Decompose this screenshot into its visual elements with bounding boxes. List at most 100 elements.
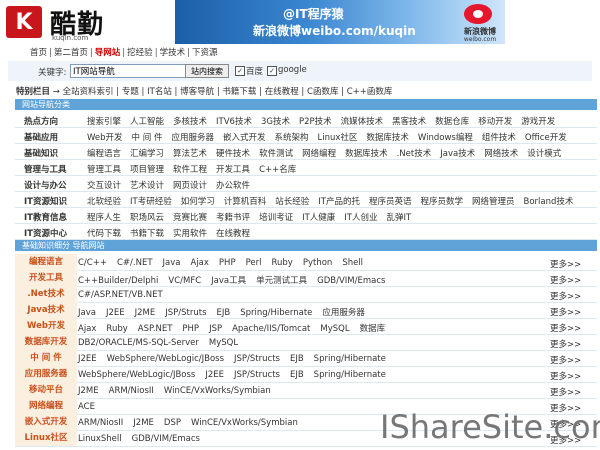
category-link[interactable]: 数据仓库 <box>435 117 469 127</box>
category-link[interactable]: IT产品的托 <box>318 197 360 207</box>
subcategory-name[interactable]: 数据库开发 <box>15 334 77 350</box>
baidu-checkbox[interactable]: ✓ <box>235 66 245 76</box>
category-link[interactable]: 人工智能 <box>130 117 164 127</box>
search-input[interactable] <box>70 64 186 78</box>
subcategory-name[interactable]: Linux社区 <box>15 430 77 446</box>
category-link[interactable]: 系统架构 <box>274 133 308 143</box>
category-link[interactable]: 黑客技术 <box>392 117 426 127</box>
category-link[interactable]: 项目管理 <box>130 165 164 175</box>
subcategory-name[interactable]: .Net技术 <box>15 286 77 302</box>
category-link[interactable]: 3G技术 <box>261 117 290 127</box>
subcategory-link[interactable]: Ruby <box>272 258 293 268</box>
subcategory-name[interactable]: 中 间 件 <box>15 350 77 366</box>
subcategory-link[interactable]: WebSphere/WebLogic/JBoss <box>78 370 195 380</box>
category-link[interactable]: 游戏开发 <box>521 117 555 127</box>
special-link[interactable]: 全站资料索引 <box>63 87 114 97</box>
special-link[interactable]: IT名站 <box>147 87 172 97</box>
subcategory-link[interactable]: LinuxShell <box>78 434 122 444</box>
subcategory-link[interactable]: WinCE/VxWorks/Symbian <box>191 418 298 428</box>
subcategory-link[interactable]: Apache/IIS/Tomcat <box>232 324 310 334</box>
more-link[interactable]: 更多>> <box>550 258 581 270</box>
category-link[interactable]: 嵌入式开发 <box>223 133 266 143</box>
subcategory-link[interactable]: Python <box>303 258 332 268</box>
category-link[interactable]: IT人健康 <box>302 213 335 223</box>
category-link[interactable]: 组件技术 <box>482 133 516 143</box>
subcategory-link[interactable]: J2ME <box>135 308 156 318</box>
category-link[interactable]: 网络管理员 <box>472 197 515 207</box>
subcategory-link[interactable]: Ajax <box>78 324 96 334</box>
more-link[interactable]: 更多>> <box>550 322 581 334</box>
category-link[interactable]: 考籍书评 <box>216 213 250 223</box>
subcategory-name[interactable]: 应用服务器 <box>15 366 77 382</box>
subcategory-link[interactable]: Spring/Hibernate <box>314 370 386 380</box>
category-link[interactable]: 程序员英语 <box>369 197 412 207</box>
subcategory-link[interactable]: Ajax <box>191 258 209 268</box>
subcategory-link[interactable]: EJB <box>290 370 304 380</box>
subcategory-link[interactable]: C#/ASP.NET/VB.NET <box>78 290 163 300</box>
subcategory-link[interactable]: 应用服务器 <box>322 308 365 318</box>
special-link[interactable]: C++函数库 <box>347 87 393 97</box>
category-link[interactable]: IT考研经验 <box>130 197 172 207</box>
subcategory-link[interactable]: ACE <box>78 402 95 412</box>
subcategory-link[interactable]: WinCE/VxWorks/Symbian <box>164 386 271 396</box>
subcategory-link[interactable]: GDB/VIM/Emacs <box>317 276 385 286</box>
subcategory-link[interactable]: JSP <box>209 324 222 334</box>
more-link[interactable]: 更多>> <box>550 274 581 286</box>
google-checkbox[interactable]: ✓ <box>267 66 277 76</box>
category-link[interactable]: 移动开发 <box>478 117 512 127</box>
subcategory-link[interactable]: J2EE <box>205 370 224 380</box>
special-link[interactable]: 专题 <box>122 87 139 97</box>
category-link[interactable]: 乱弹IT <box>386 213 411 223</box>
category-link[interactable]: 设计模式 <box>527 149 561 159</box>
category-link[interactable]: 竞赛比赛 <box>173 213 207 223</box>
category-link[interactable]: 程序人生 <box>87 213 121 223</box>
category-link[interactable]: 站长经验 <box>275 197 309 207</box>
subcategory-link[interactable]: GDB/VIM/Emacs <box>132 434 200 444</box>
category-link[interactable]: 中 间 件 <box>132 133 163 143</box>
category-link[interactable]: 书籍下载 <box>130 229 164 239</box>
subcategory-link[interactable]: JSP/Structs <box>234 370 280 380</box>
category-link[interactable]: 代码下载 <box>87 229 121 239</box>
subcategory-name[interactable]: 开发工具 <box>15 270 77 286</box>
more-link[interactable]: 更多>> <box>550 354 581 366</box>
category-link[interactable]: 职场风云 <box>130 213 164 223</box>
category-link[interactable]: Web开发 <box>87 133 123 143</box>
subcategory-link[interactable]: DSP <box>164 418 181 428</box>
subcategory-link[interactable]: Java <box>78 308 96 318</box>
more-link[interactable]: 更多>> <box>550 386 581 398</box>
subcategory-link[interactable]: 单元测试工具 <box>256 276 307 286</box>
subcategory-link[interactable]: J2EE <box>106 308 125 318</box>
subcategory-name[interactable]: 网络编程 <box>15 398 77 414</box>
category-link[interactable]: 如何学习 <box>181 197 215 207</box>
subcategory-link[interactable]: ARM/NiosII <box>109 386 154 396</box>
category-link[interactable]: 多核技术 <box>173 117 207 127</box>
more-link[interactable]: 更多>> <box>550 338 581 350</box>
category-link[interactable]: .Net技术 <box>397 149 432 159</box>
subcategory-link[interactable]: DB2/ORACLE/MS-SQL-Server <box>78 338 199 348</box>
site-logo[interactable]: K 酷勤 kuqin.com <box>6 6 171 42</box>
nav-link[interactable]: 首页 <box>30 48 47 58</box>
subcategory-link[interactable]: J2ME <box>133 418 154 428</box>
category-link[interactable]: 汇编学习 <box>130 149 164 159</box>
category-link[interactable]: Office开发 <box>525 133 567 143</box>
category-link[interactable]: 培训考证 <box>259 213 293 223</box>
subcategory-link[interactable]: J2EE <box>78 354 97 364</box>
subcategory-link[interactable]: JSP/Struts <box>165 308 206 318</box>
category-link[interactable]: IT人创业 <box>344 213 377 223</box>
subcategory-link[interactable]: VC/MFC <box>168 276 201 286</box>
category-link[interactable]: Borland技术 <box>524 197 574 207</box>
category-link[interactable]: Linux社区 <box>318 133 358 143</box>
subcategory-link[interactable]: J2ME <box>78 386 99 396</box>
subcategory-link[interactable]: PHP <box>219 258 236 268</box>
subcategory-name[interactable]: Web开发 <box>15 318 77 334</box>
category-link[interactable]: 软件测试 <box>259 149 293 159</box>
category-link[interactable]: 办公软件 <box>216 181 250 191</box>
special-link[interactable]: 在线教程 <box>265 87 299 97</box>
category-link[interactable]: 应用服务器 <box>171 133 214 143</box>
weibo-logo[interactable]: 新浪微博 weibo.com <box>456 0 504 44</box>
subcategory-link[interactable]: C#/.NET <box>117 258 153 268</box>
nav-link[interactable]: 学技术 <box>160 48 186 58</box>
category-link[interactable]: 搜索引擎 <box>87 117 121 127</box>
subcategory-name[interactable]: 移动平台 <box>15 382 77 398</box>
category-link[interactable]: 管理工具 <box>87 165 121 175</box>
